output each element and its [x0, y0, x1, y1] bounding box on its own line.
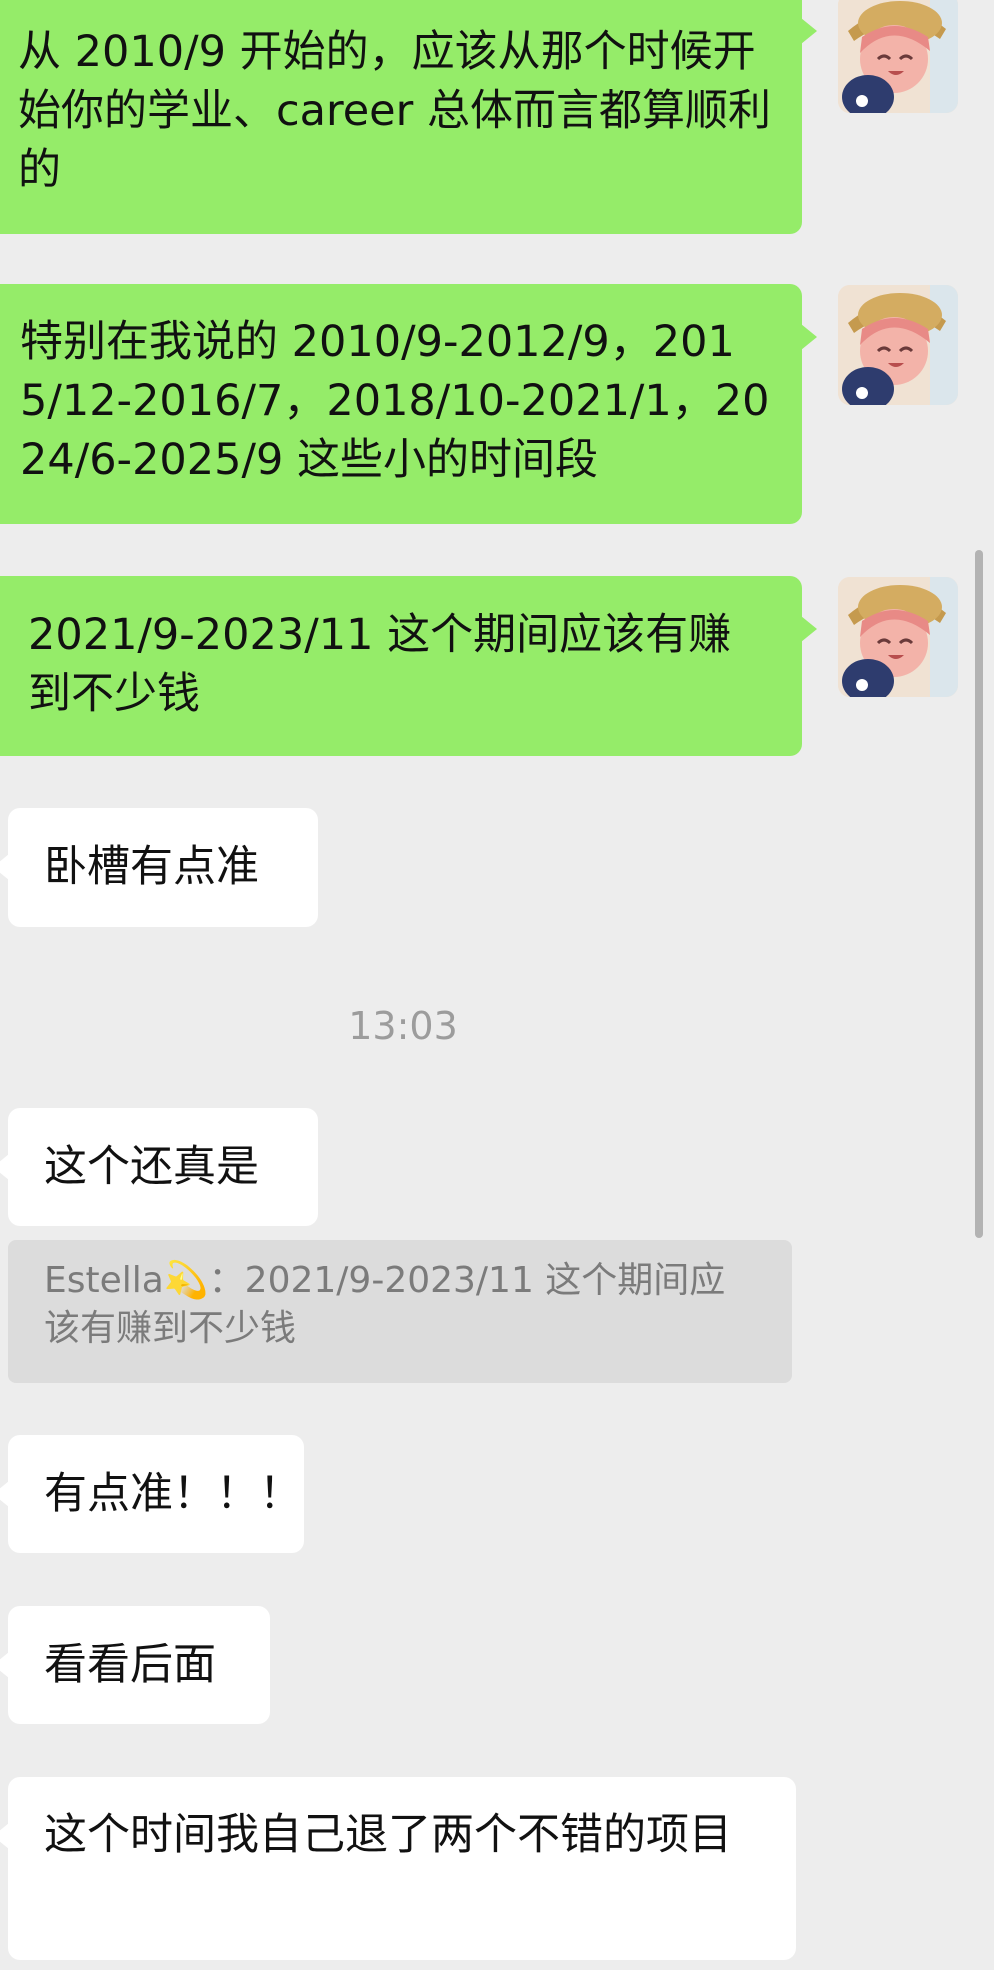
message-text: 卧槽有点准	[44, 842, 259, 892]
chat-message-list[interactable]: 从 2010/9 开始的，应该从那个时候开始你的学业、career 总体而言都算…	[0, 0, 994, 1970]
scrollbar[interactable]	[975, 550, 983, 1238]
message-text: 这个还真是	[44, 1142, 259, 1192]
message-text: 有点准！！！	[44, 1469, 302, 1519]
anime-girl-avatar-icon	[838, 577, 958, 697]
message-text: 看看后面	[44, 1640, 216, 1690]
message-bubble-received[interactable]: 有点准！！！	[0, 1435, 304, 1553]
quote-sender: Estella💫	[44, 1260, 209, 1301]
message-bubble-sent[interactable]: 2021/9-2023/11 这个期间应该有赚到不少钱	[0, 576, 817, 756]
message-text: 从 2010/9 开始的，应该从那个时候开始你的学业、career 总体而言都算…	[18, 27, 771, 195]
quote-separator: ：	[208, 1260, 245, 1301]
user-avatar[interactable]	[838, 0, 958, 113]
message-bubble-received[interactable]: 看看后面	[0, 1606, 270, 1724]
anime-girl-avatar-icon	[838, 285, 958, 405]
message-bubble-sent[interactable]: 从 2010/9 开始的，应该从那个时候开始你的学业、career 总体而言都算…	[0, 0, 817, 234]
quoted-message[interactable]: Estella💫：2021/9-2023/11 这个期间应该有赚到不少钱	[8, 1240, 792, 1383]
message-text: 特别在我说的 2010/9-2012/9，2015/12-2016/7，2018…	[20, 317, 770, 485]
message-text: 2021/9-2023/11 这个期间应该有赚到不少钱	[28, 610, 732, 719]
anime-girl-avatar-icon	[838, 0, 958, 113]
message-bubble-received[interactable]: 这个时间我自己退了两个不错的项目	[0, 1777, 796, 1960]
message-text: 这个时间我自己退了两个不错的项目	[44, 1810, 732, 1860]
message-bubble-sent[interactable]: 特别在我说的 2010/9-2012/9，2015/12-2016/7，2018…	[0, 284, 817, 524]
message-bubble-received[interactable]: 卧槽有点准	[0, 808, 318, 927]
message-bubble-received[interactable]: 这个还真是	[0, 1108, 318, 1226]
user-avatar[interactable]	[838, 577, 958, 697]
user-avatar[interactable]	[838, 285, 958, 405]
message-timestamp: 13:03	[348, 1004, 458, 1048]
